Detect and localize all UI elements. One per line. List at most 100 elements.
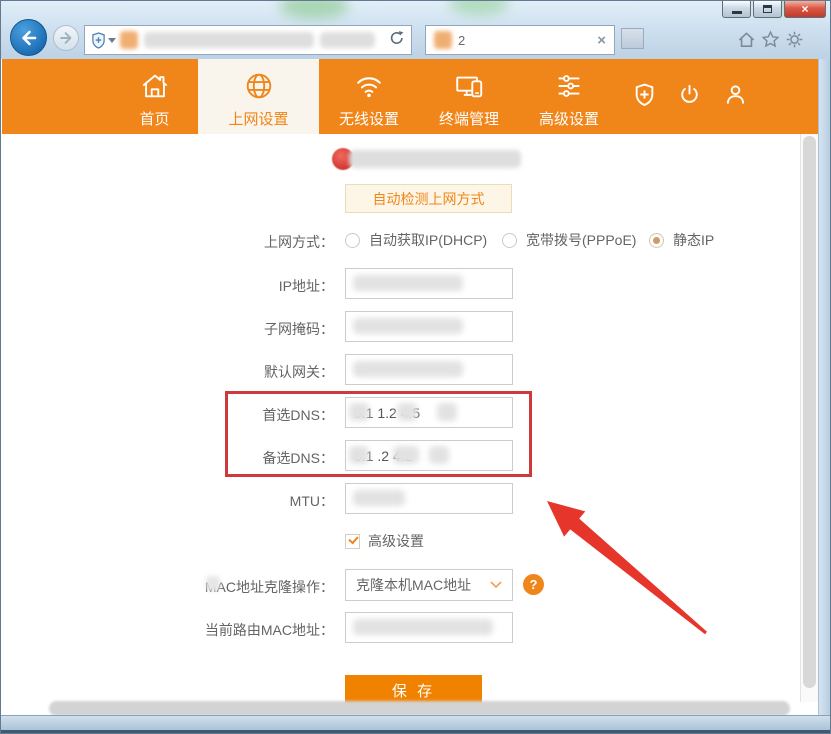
gateway-label: 默认网关：	[32, 362, 334, 382]
mask-label: 子网掩码：	[32, 319, 334, 339]
value-redaction	[349, 446, 369, 464]
account-button[interactable]	[724, 83, 747, 111]
value-redaction	[397, 403, 417, 421]
nav-tab-label: 上网设置	[228, 108, 288, 129]
ip-label: IP地址：	[32, 276, 334, 296]
settings-button[interactable]	[785, 30, 804, 49]
tab-favicon	[434, 31, 452, 49]
label-redaction	[206, 576, 220, 591]
user-icon	[724, 83, 747, 106]
radio-selected-icon[interactable]	[649, 233, 664, 248]
preferred-dns-input[interactable]	[345, 397, 513, 428]
question-mark-icon: ?	[530, 577, 538, 592]
ip-field-wrap	[345, 268, 513, 299]
refresh-icon	[389, 30, 405, 46]
nav-tab-label: 终端管理	[439, 108, 499, 129]
address-bar[interactable]	[84, 25, 412, 55]
refresh-button[interactable]	[389, 30, 405, 51]
close-icon: ×	[801, 2, 808, 16]
value-redaction	[353, 619, 493, 635]
dns2-label: 备选DNS：	[32, 448, 334, 468]
advanced-settings-checkbox[interactable]	[345, 534, 360, 549]
value-redaction	[393, 446, 419, 464]
nav-tab-label: 高级设置	[539, 108, 599, 129]
dns1-field-wrap	[345, 397, 513, 428]
maximize-button[interactable]	[753, 1, 782, 18]
nav-tab-label: 首页	[139, 108, 169, 129]
page-title-redaction	[349, 150, 521, 168]
sliders-icon	[553, 70, 585, 102]
star-icon	[761, 30, 780, 49]
reboot-button[interactable]	[678, 83, 701, 111]
value-redaction	[353, 318, 463, 334]
radio-circle-icon[interactable]	[345, 233, 360, 248]
gear-icon	[785, 30, 804, 49]
browser-toolbar-icons	[737, 30, 804, 49]
tab-close-button[interactable]: ×	[597, 33, 606, 48]
new-tab-button[interactable]	[621, 28, 644, 49]
wifi-icon	[353, 70, 385, 102]
url-redaction	[320, 32, 375, 48]
nav-tab-home[interactable]: 首页	[111, 59, 198, 134]
home-button[interactable]	[737, 30, 756, 49]
internet-mode-row: 上网方式： 自动获取IP(DHCP) 宽带拨号(PPPoE) 静态IP	[2, 230, 804, 250]
scrollbar-thumb[interactable]	[803, 136, 816, 688]
wallpaper-blob	[449, 0, 509, 15]
value-redaction	[353, 275, 463, 291]
vertical-scrollbar[interactable]	[800, 134, 818, 702]
value-redaction	[349, 403, 369, 421]
radio-pppoe[interactable]: 宽带拨号(PPPoE)	[502, 230, 636, 250]
gateway-field-wrap	[345, 354, 513, 385]
nav-tab-advanced-settings[interactable]: 高级设置	[519, 59, 619, 134]
advanced-settings-label: 高级设置	[368, 531, 424, 551]
dns1-label: 首选DNS：	[32, 405, 334, 425]
chevron-down-icon	[490, 576, 502, 594]
advanced-settings-row: 高级设置	[345, 531, 424, 551]
site-favicon	[120, 31, 138, 49]
nav-tab-wireless-settings[interactable]: 无线设置	[319, 59, 419, 134]
nav-tab-internet-settings[interactable]: 上网设置	[198, 59, 319, 134]
help-button[interactable]: ?	[523, 574, 544, 595]
nav-utility-icons	[634, 59, 747, 134]
value-redaction	[429, 446, 449, 464]
annotation-arrow-icon	[541, 496, 714, 641]
value-redaction	[437, 403, 457, 421]
minimize-button[interactable]	[722, 1, 751, 18]
mask-field-wrap	[345, 311, 513, 342]
radio-dhcp[interactable]: 自动获取IP(DHCP)	[345, 230, 487, 250]
close-button[interactable]: ×	[784, 1, 826, 18]
browser-tab[interactable]: 2 ×	[425, 25, 615, 55]
security-button[interactable]	[634, 83, 655, 111]
browser-window: × 2 ×	[0, 0, 831, 734]
value-redaction	[353, 361, 463, 377]
current-mac-label: 当前路由MAC地址：	[32, 620, 334, 640]
tab-title: 2	[458, 33, 465, 48]
radio-static-ip[interactable]: 静态IP	[649, 230, 714, 250]
internet-mode-label: 上网方式：	[32, 232, 334, 252]
auto-detect-button[interactable]: 自动检测上网方式	[345, 184, 512, 213]
favorites-button[interactable]	[761, 30, 780, 49]
devices-icon	[453, 70, 485, 102]
nav-tab-device-management[interactable]: 终端管理	[419, 59, 519, 134]
forward-button[interactable]	[53, 25, 79, 51]
mac-clone-dropdown[interactable]: 克隆本机MAC地址	[345, 569, 513, 601]
address-dropdown-caret-icon[interactable]	[108, 38, 116, 43]
bottom-redaction-bar	[49, 701, 790, 716]
mac-clone-label: MAC地址克隆操作：	[32, 577, 334, 597]
compatibility-shield-icon[interactable]	[91, 32, 106, 49]
home-icon	[737, 30, 756, 49]
radio-circle-icon[interactable]	[502, 233, 517, 248]
dns2-field-wrap	[345, 440, 513, 471]
wallpaper-blob	[279, 0, 349, 19]
back-button[interactable]	[10, 19, 47, 56]
settings-page: 自动检测上网方式 上网方式： 自动获取IP(DHCP) 宽带拨号(PPPoE) …	[2, 134, 804, 717]
power-icon	[678, 83, 701, 106]
globe-icon	[243, 70, 275, 102]
window-controls: ×	[722, 1, 826, 18]
maximize-icon	[763, 5, 772, 13]
current-mac-field-wrap	[345, 612, 513, 643]
mtu-label: MTU：	[32, 491, 334, 511]
router-navbar: 首页 上网设置	[2, 59, 818, 134]
mtu-field-wrap	[345, 483, 513, 514]
url-redaction	[144, 32, 314, 48]
